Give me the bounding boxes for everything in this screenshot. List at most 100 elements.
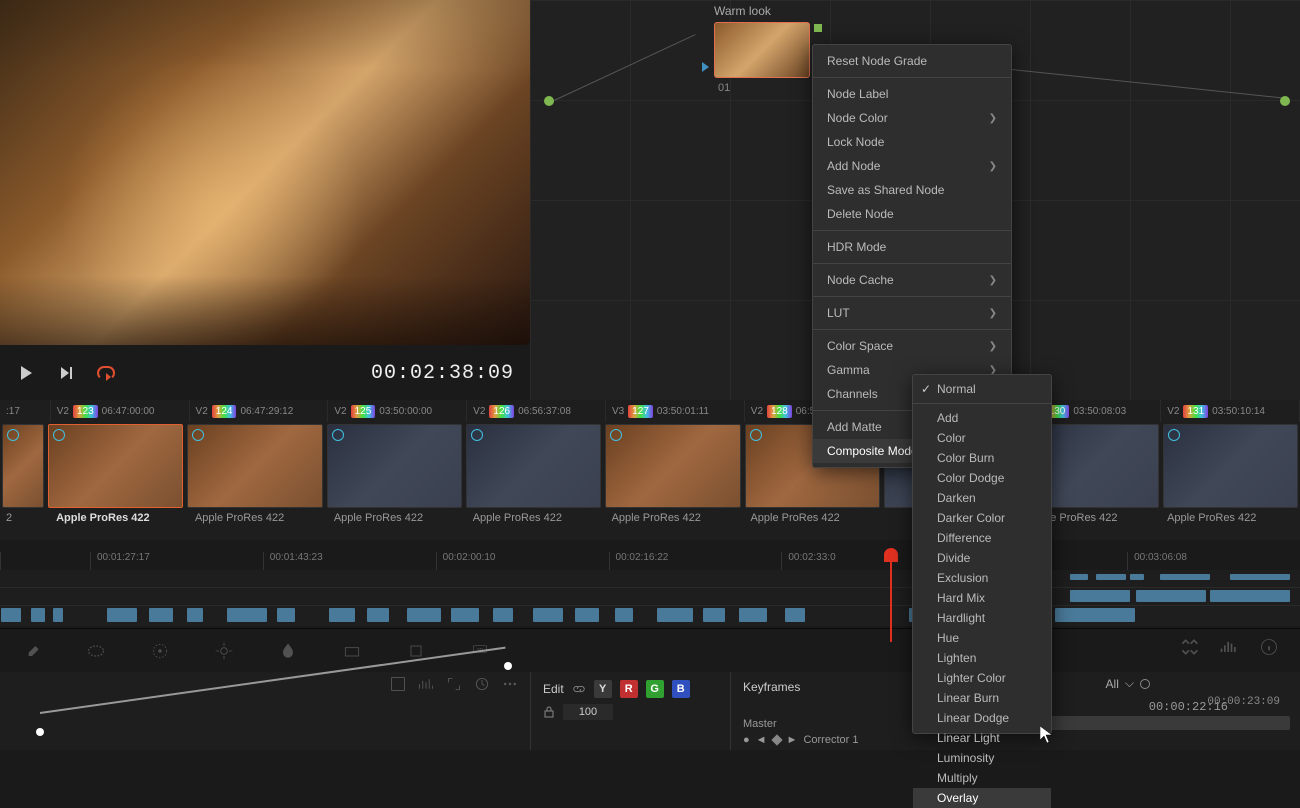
menu-reset-node-grade[interactable]: Reset Node Grade: [813, 49, 1011, 73]
keyframe-diamond-icon[interactable]: [771, 734, 782, 745]
clip-thumbnail[interactable]: [1163, 424, 1298, 508]
submenu-overlay[interactable]: Overlay: [913, 788, 1051, 808]
timeline-tracks[interactable]: [0, 570, 1300, 626]
submenu-multiply[interactable]: Multiply: [913, 768, 1051, 788]
next-key-icon[interactable]: ►: [787, 734, 798, 746]
submenu-luminosity[interactable]: Luminosity: [913, 748, 1051, 768]
record-icon[interactable]: [1140, 679, 1150, 689]
viewer-image[interactable]: [0, 0, 530, 345]
loop-button[interactable]: [96, 363, 116, 383]
histogram-icon[interactable]: [418, 676, 436, 694]
submenu-divide[interactable]: Divide: [913, 548, 1051, 568]
track-clip[interactable]: [1096, 574, 1126, 580]
info-icon[interactable]: [1258, 636, 1280, 658]
menu-delete-node[interactable]: Delete Node: [813, 202, 1011, 226]
menu-lut[interactable]: LUT❯: [813, 301, 1011, 325]
track-clip[interactable]: [1160, 574, 1210, 580]
submenu-normal[interactable]: Normal: [913, 379, 1051, 399]
clip-thumbnail[interactable]: [605, 424, 740, 508]
menu-lock-node[interactable]: Lock Node: [813, 130, 1011, 154]
timeline-ruler[interactable]: 00:01:27:17 00:01:43:23 00:02:00:10 00:0…: [0, 552, 1300, 570]
submenu-exclusion[interactable]: Exclusion: [913, 568, 1051, 588]
submenu-hardlight[interactable]: Hardlight: [913, 608, 1051, 628]
submenu-linear-light[interactable]: Linear Light: [913, 728, 1051, 748]
waveform-icon[interactable]: [1218, 636, 1240, 658]
expand-icon[interactable]: ●: [743, 734, 750, 746]
clip-thumbnail[interactable]: [2, 424, 44, 508]
track-clip[interactable]: [1230, 574, 1290, 580]
clip-thumbnail[interactable]: [187, 424, 322, 508]
track-row[interactable]: [0, 588, 1300, 606]
track-clip[interactable]: [1070, 590, 1130, 602]
clip-format: Apple ProRes 422: [189, 510, 328, 540]
clip-thumbnail-selected[interactable]: [48, 424, 183, 508]
submenu-darker-color[interactable]: Darker Color: [913, 508, 1051, 528]
submenu-linear-dodge[interactable]: Linear Dodge: [913, 708, 1051, 728]
menu-separator: [813, 77, 1011, 78]
clip-format: Apple ProRes 422: [328, 510, 467, 540]
menu-node-label[interactable]: Node Label: [813, 82, 1011, 106]
composite-mode-submenu: Normal Add Color Color Burn Color Dodge …: [912, 374, 1052, 734]
curve-point[interactable]: [36, 728, 44, 736]
view-icon[interactable]: [390, 676, 408, 694]
prev-key-icon[interactable]: ◄: [756, 734, 767, 746]
submenu-color-burn[interactable]: Color Burn: [913, 448, 1051, 468]
clip-thumbnail[interactable]: [466, 424, 601, 508]
track-row[interactable]: [0, 570, 1300, 588]
all-dropdown[interactable]: All ⌵: [1106, 676, 1150, 691]
blur-icon[interactable]: [276, 639, 300, 663]
submenu-hue[interactable]: Hue: [913, 628, 1051, 648]
submenu-hard-mix[interactable]: Hard Mix: [913, 588, 1051, 608]
tracker-icon[interactable]: [212, 639, 236, 663]
submenu-lighten[interactable]: Lighten: [913, 648, 1051, 668]
clip-thumbnail[interactable]: [327, 424, 462, 508]
key-icon[interactable]: [340, 639, 364, 663]
reset-icon[interactable]: [474, 676, 492, 694]
submenu-lighter-color[interactable]: Lighter Color: [913, 668, 1051, 688]
track-clip[interactable]: [1210, 590, 1290, 602]
node-label: Warm look: [714, 4, 771, 18]
playhead[interactable]: [884, 548, 898, 562]
lock-icon[interactable]: [543, 706, 555, 718]
master-label: Master: [743, 718, 777, 730]
more-icon[interactable]: [502, 676, 520, 694]
track-clip[interactable]: [1136, 590, 1206, 602]
submenu-difference[interactable]: Difference: [913, 528, 1051, 548]
channel-g-button[interactable]: G: [646, 680, 664, 698]
curve-point[interactable]: [504, 662, 512, 670]
eyedropper-icon[interactable]: [20, 639, 44, 663]
channel-r-button[interactable]: R: [620, 680, 638, 698]
gallery-icon[interactable]: [1178, 636, 1200, 658]
menu-color-space[interactable]: Color Space❯: [813, 334, 1011, 358]
channel-y-button[interactable]: Y: [594, 680, 612, 698]
node-output-green[interactable]: [814, 24, 822, 32]
menu-node-cache[interactable]: Node Cache❯: [813, 268, 1011, 292]
expand-icon[interactable]: [446, 676, 464, 694]
chevron-right-icon: ❯: [989, 113, 997, 124]
value-input[interactable]: [563, 704, 613, 720]
ellipse-icon[interactable]: [84, 639, 108, 663]
curves-panel[interactable]: [0, 672, 530, 750]
menu-hdr-mode[interactable]: HDR Mode: [813, 235, 1011, 259]
track-row[interactable]: [0, 606, 1300, 624]
submenu-color[interactable]: Color: [913, 428, 1051, 448]
viewer-timecode[interactable]: 00:02:38:09: [371, 362, 514, 385]
menu-add-node[interactable]: Add Node❯: [813, 154, 1011, 178]
play-button[interactable]: [16, 363, 36, 383]
target-icon[interactable]: [148, 639, 172, 663]
node-thumbnail[interactable]: [714, 22, 810, 78]
menu-save-shared-node[interactable]: Save as Shared Node: [813, 178, 1011, 202]
link-icon[interactable]: [572, 682, 586, 696]
submenu-linear-burn[interactable]: Linear Burn: [913, 688, 1051, 708]
clip-format: Apple ProRes 422: [1161, 510, 1300, 540]
submenu-add[interactable]: Add: [913, 408, 1051, 428]
track-clip[interactable]: [1130, 574, 1144, 580]
node-input-connector[interactable]: [544, 96, 554, 106]
submenu-darken[interactable]: Darken: [913, 488, 1051, 508]
track-clip[interactable]: [1070, 574, 1088, 580]
node-output-connector[interactable]: [1280, 96, 1290, 106]
submenu-color-dodge[interactable]: Color Dodge: [913, 468, 1051, 488]
menu-node-color[interactable]: Node Color❯: [813, 106, 1011, 130]
next-button[interactable]: [56, 363, 76, 383]
channel-b-button[interactable]: B: [672, 680, 690, 698]
